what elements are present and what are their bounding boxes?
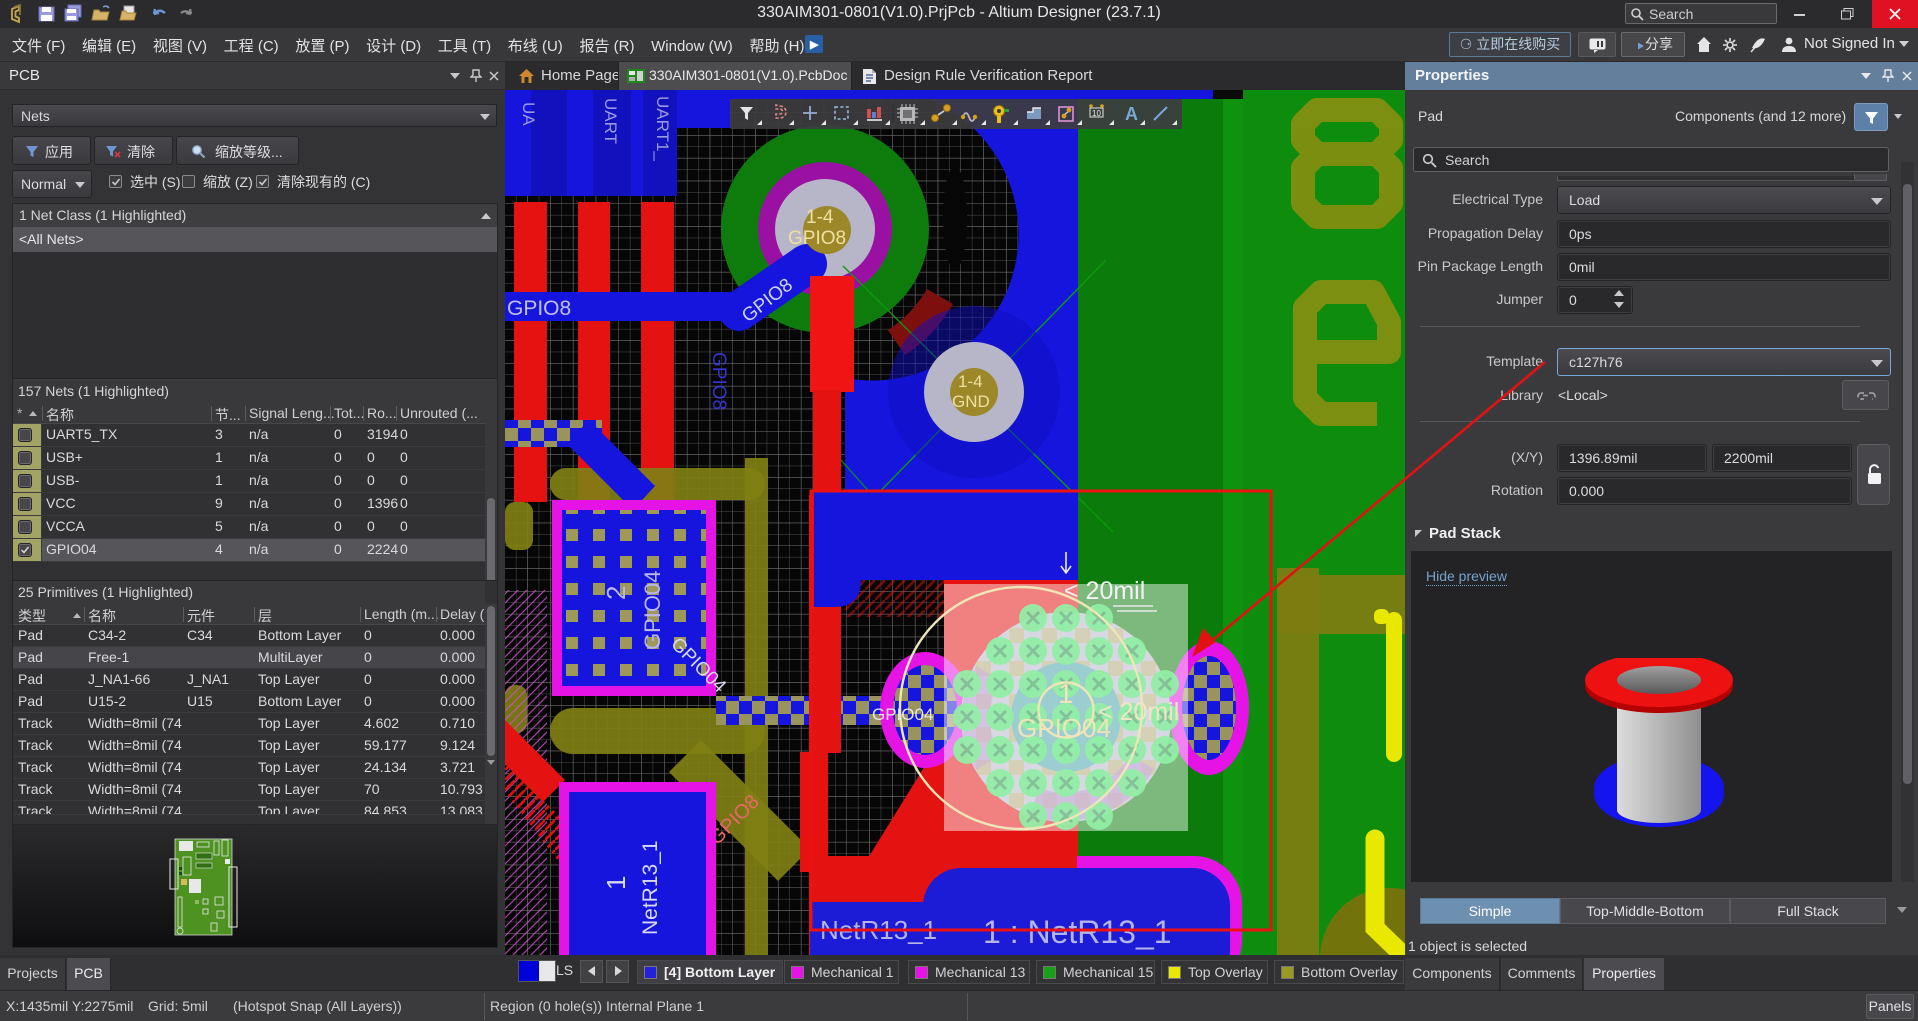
- svg-text:GPIO04: GPIO04: [1017, 713, 1111, 743]
- svg-text:2: 2: [601, 586, 631, 600]
- svg-text:UART1_: UART1_: [653, 96, 672, 161]
- svg-text:NetR13_1: NetR13_1: [639, 840, 662, 935]
- svg-text:1: 1: [601, 876, 631, 890]
- svg-text:< 20mil: < 20mil: [1064, 577, 1145, 605]
- svg-text:A: A: [1125, 104, 1138, 124]
- svg-text:GPIO8: GPIO8: [708, 352, 729, 410]
- svg-text:GPIO04: GPIO04: [640, 571, 665, 650]
- svg-text:GPIO8: GPIO8: [507, 297, 571, 320]
- svg-text:10: 10: [1092, 109, 1101, 118]
- svg-text:1-4: 1-4: [958, 372, 983, 391]
- svg-text:1 : NetR13_1: 1 : NetR13_1: [983, 914, 1172, 950]
- svg-text:GPIO04: GPIO04: [872, 705, 933, 724]
- svg-text:1-4: 1-4: [806, 207, 834, 228]
- svg-text:UA: UA: [519, 102, 538, 126]
- svg-text:1: 1: [1058, 678, 1074, 709]
- svg-text:UART: UART: [601, 98, 620, 144]
- svg-text:< 20mil: < 20mil: [1098, 698, 1179, 726]
- svg-text:GPIO8: GPIO8: [788, 228, 846, 249]
- svg-text:GND: GND: [952, 392, 990, 411]
